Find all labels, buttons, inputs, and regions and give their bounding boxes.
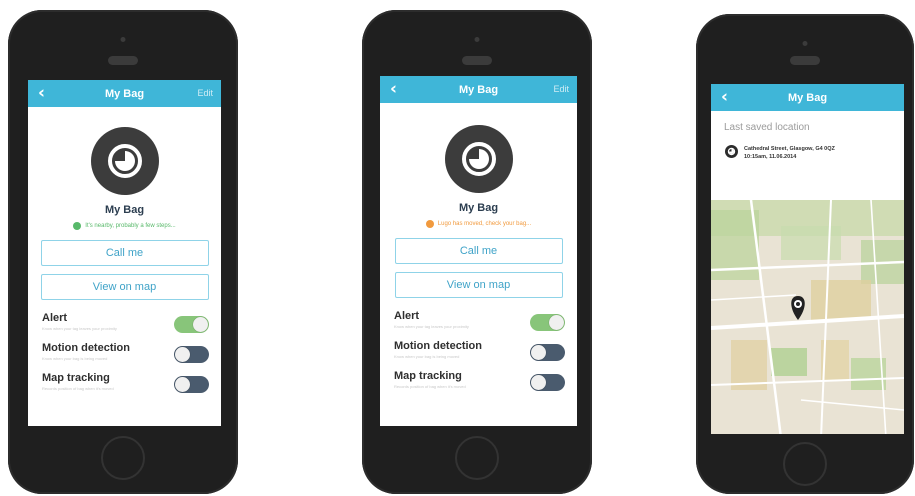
bag-name: My Bag [458, 202, 499, 214]
speaker-grille [790, 56, 820, 65]
home-button[interactable] [783, 442, 827, 486]
front-camera [120, 37, 126, 42]
proximity-status: It's nearby, probably a few steps... [28, 222, 221, 230]
tag-icon [461, 142, 496, 176]
nav-bar: ‹ My Bag Edit [28, 80, 221, 107]
nav-bar: ‹ My Bag [711, 84, 904, 111]
setting-alert: Alert Know when your tag leaves your pro… [380, 310, 577, 340]
bag-avatar [90, 127, 159, 195]
bag-name: My Bag [104, 204, 145, 216]
chevron-left-icon[interactable]: ‹ [390, 79, 397, 99]
proximity-status: Lugo has moved, check your bag... [380, 220, 577, 228]
motion-detection-toggle[interactable] [530, 344, 565, 361]
alert-toggle[interactable] [174, 316, 209, 333]
toggle-knob [175, 377, 190, 392]
screen: ‹ My Bag Edit My Bag It's nearby, probab… [28, 80, 221, 426]
alert-toggle[interactable] [530, 314, 565, 331]
setting-motion-detection: Motion detection Know when your bag is b… [28, 342, 221, 372]
settings-list: Alert Know when your tag leaves your pro… [28, 312, 221, 402]
screen: ‹ My Bag Last saved location Cathedral S… [711, 84, 904, 434]
nav-title: My Bag [458, 83, 499, 96]
location-icon [725, 145, 738, 158]
setting-map-tracking: Map tracking Records position of bag whe… [28, 372, 221, 402]
saved-location-entry[interactable]: Cathedral Street, Glasgow, G4 0QZ 10:15a… [725, 145, 904, 161]
motion-detection-toggle[interactable] [174, 346, 209, 363]
nav-title: My Bag [787, 91, 828, 104]
chevron-left-icon[interactable]: ‹ [38, 83, 45, 103]
speaker-grille [108, 56, 138, 65]
status-dot [73, 222, 82, 230]
home-button[interactable] [101, 436, 145, 480]
location-address: Cathedral Street, Glasgow, G4 0QZ [744, 146, 835, 152]
screen: ‹ My Bag Edit My Bag Lugo has moved, che… [380, 76, 577, 426]
status-dot [425, 220, 434, 228]
phone-1: ‹ My Bag Edit My Bag It's nearby, probab… [8, 10, 238, 494]
toggle-knob [531, 345, 546, 360]
phone-2: ‹ My Bag Edit My Bag Lugo has moved, che… [362, 10, 592, 494]
last-saved-location-heading: Last saved location [724, 122, 810, 133]
nav-bar: ‹ My Bag Edit [380, 76, 577, 103]
toggle-knob [175, 347, 190, 362]
nav-title: My Bag [104, 87, 145, 100]
toggle-knob [531, 375, 546, 390]
location-timestamp: 10:15am, 11.06.2014 [744, 154, 797, 160]
settings-list: Alert Know when your tag leaves your pro… [380, 310, 577, 400]
edit-button[interactable]: Edit [197, 88, 213, 98]
chevron-left-icon[interactable]: ‹ [721, 87, 728, 107]
view-on-map-button[interactable]: View on map [394, 272, 563, 298]
front-camera [474, 37, 480, 42]
call-me-button[interactable]: Call me [40, 240, 209, 266]
edit-button[interactable]: Edit [553, 84, 569, 94]
call-me-button[interactable]: Call me [394, 238, 563, 264]
status-text: Lugo has moved, check your bag... [437, 221, 532, 227]
map-view[interactable] [711, 200, 904, 434]
setting-alert: Alert Know when your tag leaves your pro… [28, 312, 221, 342]
setting-map-tracking: Map tracking Records position of bag whe… [380, 370, 577, 400]
map-tracking-toggle[interactable] [174, 376, 209, 393]
toggle-knob [193, 317, 208, 332]
tag-icon [107, 144, 142, 178]
view-on-map-button[interactable]: View on map [40, 274, 209, 300]
status-text: It's nearby, probably a few steps... [85, 223, 176, 229]
speaker-grille [462, 56, 492, 65]
location-details: Cathedral Street, Glasgow, G4 0QZ 10:15a… [744, 145, 835, 161]
bag-avatar [444, 125, 513, 193]
map-tracking-toggle[interactable] [530, 374, 565, 391]
home-button[interactable] [455, 436, 499, 480]
front-camera [802, 41, 808, 46]
phone-3: ‹ My Bag Last saved location Cathedral S… [696, 14, 914, 494]
toggle-knob [549, 315, 564, 330]
setting-motion-detection: Motion detection Know when your bag is b… [380, 340, 577, 370]
